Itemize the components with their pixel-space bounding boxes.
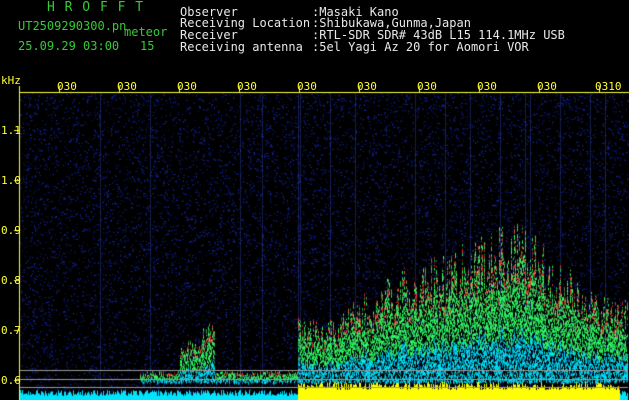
x-tick-label: 030 — [297, 80, 317, 93]
x-tick-label: 030 — [417, 80, 437, 93]
y-tick-label: 0.8 — [1, 274, 21, 287]
y-tick-label: 0.7 — [1, 324, 21, 337]
x-tick-label: 030 — [177, 80, 197, 93]
hrofft-screen: H R O F F T UT2509290300.pn meteor 25.09… — [0, 0, 629, 400]
x-tick-label: 0310 — [595, 80, 622, 93]
count: 15 — [140, 39, 155, 53]
app-logo: H R O F F T — [47, 0, 145, 15]
antenna-label: Receiving antenna — [180, 40, 303, 54]
y-tick-label: 1.0 — [1, 174, 21, 187]
y-tick-label: 0.9 — [1, 224, 21, 237]
datetime: 25.09.29 03:00 — [18, 39, 120, 53]
filename: UT2509290300.pn — [18, 19, 127, 33]
x-tick-label: 030 — [57, 80, 77, 93]
spectrogram-canvas — [0, 0, 629, 400]
x-tick-label: 030 — [237, 80, 257, 93]
x-tick-label: 030 — [117, 80, 137, 93]
x-tick-label: 030 — [477, 80, 497, 93]
type-label: meteor — [124, 25, 168, 39]
antenna-value: :5el Yagi Az 20 for Aomori VOR — [312, 40, 529, 54]
y-tick-label: 0.6 — [1, 374, 21, 387]
x-tick-label: 030 — [537, 80, 557, 93]
y-tick-label: 1.1 — [1, 124, 21, 137]
x-tick-label: 030 — [357, 80, 377, 93]
unit-label: kHz — [1, 74, 21, 87]
